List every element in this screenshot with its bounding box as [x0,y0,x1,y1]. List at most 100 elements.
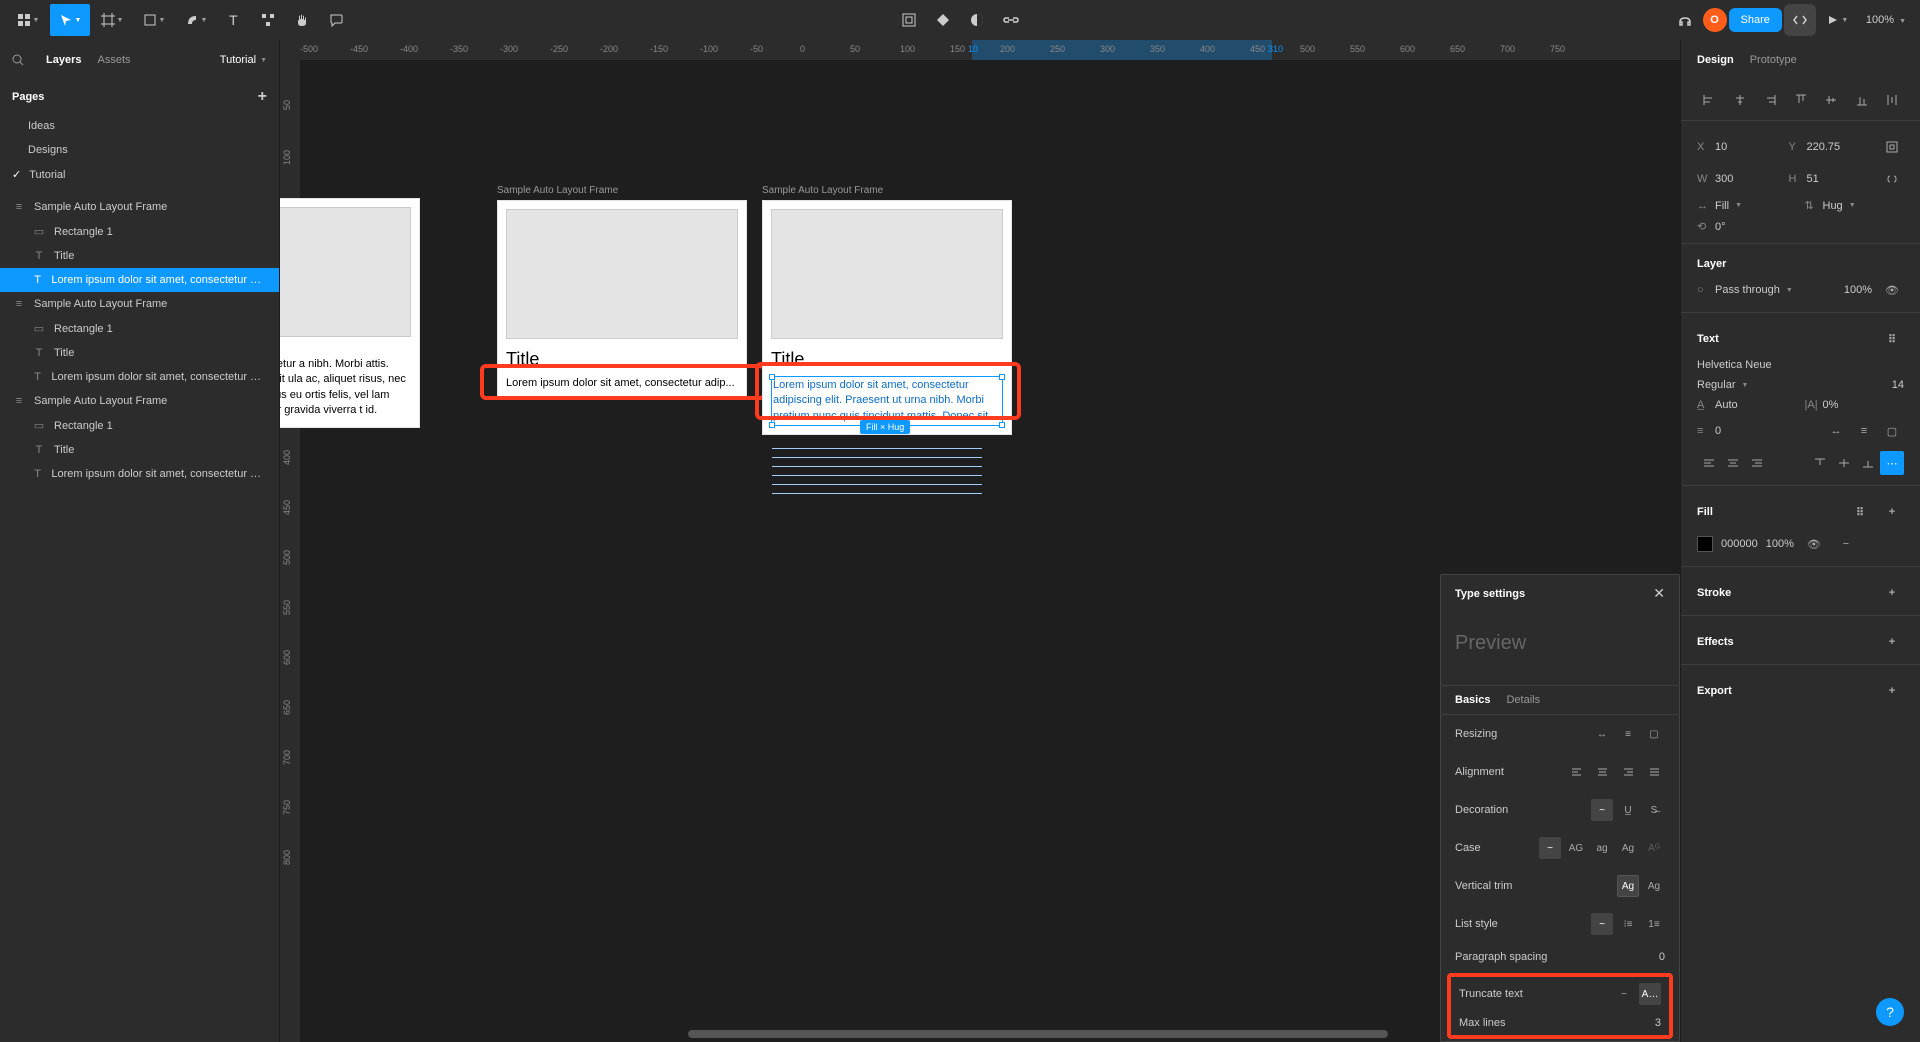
add-stroke-button[interactable]: + [1880,581,1904,605]
avatar[interactable]: O [1703,8,1727,32]
mask-icon[interactable] [961,4,993,36]
tab-design[interactable]: Design [1697,54,1734,66]
canvas-frame-3[interactable]: Title Lorem ipsum dolor sit amet, consec… [762,200,1012,435]
auto-height-icon[interactable]: ≡ [1852,419,1876,443]
case-small-icon[interactable]: Aᴳ [1643,837,1665,859]
text-align-middle-icon[interactable] [1832,451,1856,475]
align-hcenter-icon[interactable] [1728,88,1752,112]
layer-item[interactable]: TLorem ipsum dolor sit amet, consectetur… [0,462,279,486]
tab-details[interactable]: Details [1506,694,1540,706]
letter-spacing[interactable]: 0% [1823,399,1839,411]
fill-visibility-icon[interactable]: 👁 [1802,532,1826,556]
w-value[interactable]: 300 [1715,173,1733,185]
align-l-icon[interactable] [1565,761,1587,783]
add-export-button[interactable]: + [1880,679,1904,703]
frame-tool[interactable]: ▼ [92,4,132,36]
fill-opacity[interactable]: 100% [1766,538,1794,550]
add-fill-button[interactable]: + [1880,500,1904,524]
main-menu-button[interactable]: ▼ [8,4,48,36]
resize-h-value[interactable]: Fill [1715,200,1729,212]
text-align-right-icon[interactable] [1745,451,1769,475]
resize-auto-width-icon[interactable]: ↔ [1591,723,1613,745]
list-number-icon[interactable]: 1≡ [1643,913,1665,935]
distribute-icon[interactable] [1880,88,1904,112]
dev-mode-button[interactable] [1784,4,1816,36]
search-icon[interactable] [12,54,24,66]
text-tool[interactable]: T [218,4,250,36]
text-align-center-icon[interactable] [1721,451,1745,475]
canvas-frame-1[interactable]: consectetur a nibh. Morbi attis. Donec s… [280,198,420,428]
help-button[interactable]: ? [1876,998,1904,1026]
paragraph-spacing[interactable]: 0 [1715,425,1721,437]
shape-tool[interactable]: ▼ [134,4,174,36]
close-button[interactable]: ✕ [1653,585,1665,602]
layer-item[interactable]: TTitle [0,244,279,268]
horizontal-scrollbar[interactable] [688,1030,1388,1038]
fill-style-icon[interactable]: ⠿ [1848,500,1872,524]
layer-item[interactable]: TLorem ipsum dolor sit amet, consectetur… [0,365,279,389]
h-value[interactable]: 51 [1807,173,1819,185]
x-value[interactable]: 10 [1715,141,1727,153]
pspacing-value[interactable]: 0 [1659,951,1665,963]
remove-fill-button[interactable]: − [1834,532,1858,556]
deco-underline-icon[interactable]: U̲ [1617,799,1639,821]
component-icon[interactable] [927,4,959,36]
tab-layers[interactable]: Layers [46,54,81,66]
share-button[interactable]: Share [1729,8,1782,32]
font-weight[interactable]: Regular [1697,379,1736,391]
tab-tutorial[interactable]: Tutorial ▼ [220,54,267,66]
align-j-icon[interactable] [1643,761,1665,783]
move-tool[interactable]: ▼ [50,4,90,36]
text-align-left-icon[interactable] [1697,451,1721,475]
align-left-icon[interactable] [1697,88,1721,112]
layer-item[interactable]: TLorem ipsum dolor sit amet, consectetur… [0,268,279,292]
visibility-icon[interactable]: 👁 [1880,278,1904,302]
text-align-top-icon[interactable] [1808,451,1832,475]
pen-tool[interactable]: ▼ [176,4,216,36]
tab-assets[interactable]: Assets [97,54,130,66]
auto-width-icon[interactable]: ↔ [1824,419,1848,443]
list-none-icon[interactable]: − [1591,913,1613,935]
add-effect-button[interactable]: + [1880,630,1904,654]
deco-strike-icon[interactable]: S̶ [1643,799,1665,821]
layer-item[interactable]: TTitle [0,438,279,462]
type-settings-button[interactable]: ⋯ [1880,451,1904,475]
hand-tool[interactable] [286,4,318,36]
frame-label-3[interactable]: Sample Auto Layout Frame [762,185,883,196]
case-lower-icon[interactable]: ag [1591,837,1613,859]
layer-item[interactable]: ▭Rectangle 1 [0,219,279,244]
vtrim-on-icon[interactable]: Ag [1643,875,1665,897]
fill-hex[interactable]: 000000 [1721,538,1758,550]
layer-item[interactable]: ▭Rectangle 1 [0,413,279,438]
constrain-icon[interactable] [1880,167,1904,191]
rotation-value[interactable]: 0° [1715,221,1726,233]
canvas-frame-2[interactable]: Title Lorem ipsum dolor sit amet, consec… [497,200,747,400]
layer-opacity[interactable]: 100% [1844,284,1872,296]
maxlines-value[interactable]: 3 [1655,1017,1661,1029]
tab-prototype[interactable]: Prototype [1750,54,1797,66]
line-height[interactable]: Auto [1715,399,1738,411]
layer-item[interactable]: TTitle [0,341,279,365]
list-bullet-icon[interactable]: ⁝≡ [1617,913,1639,935]
font-family[interactable]: Helvetica Neue [1697,359,1772,371]
page-item-tutorial[interactable]: ✓Tutorial [0,162,279,187]
case-none-icon[interactable]: − [1539,837,1561,859]
link-icon[interactable] [995,4,1027,36]
absolute-position-icon[interactable] [1880,135,1904,159]
case-title-icon[interactable]: Ag [1617,837,1639,859]
layer-item[interactable]: ▭Rectangle 1 [0,316,279,341]
audio-icon[interactable] [1669,4,1701,36]
layer-item[interactable]: ≡Sample Auto Layout Frame [0,292,279,316]
resize-fixed-icon[interactable]: ▢ [1643,723,1665,745]
truncate-on-icon[interactable]: A… [1639,983,1661,1005]
align-bottom-icon[interactable] [1850,88,1874,112]
vtrim-off-icon[interactable]: Ag [1617,875,1639,897]
case-upper-icon[interactable]: AG [1565,837,1587,859]
fill-swatch[interactable] [1697,536,1713,552]
page-item-designs[interactable]: Designs [0,138,279,162]
tab-basics[interactable]: Basics [1455,694,1490,706]
comment-tool[interactable] [320,4,352,36]
align-top-icon[interactable] [1789,88,1813,112]
add-page-button[interactable]: + [258,88,267,106]
auto-layout-icon[interactable] [893,4,925,36]
